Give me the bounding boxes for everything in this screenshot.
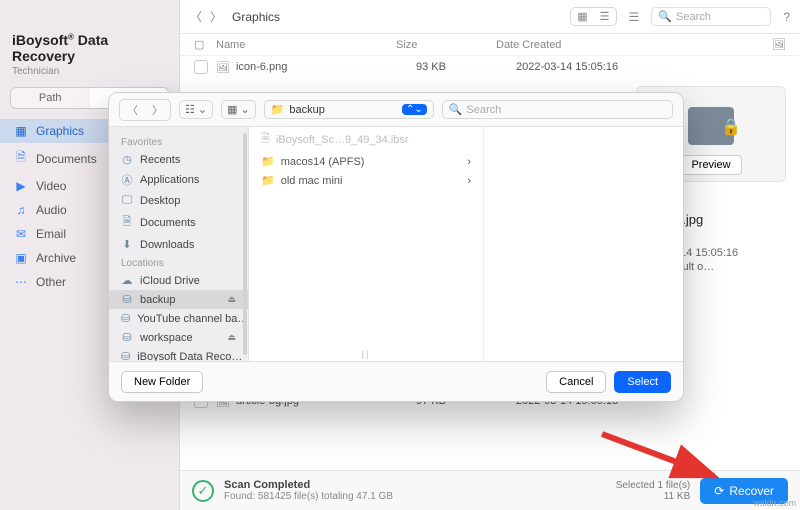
modal-preview-column: [483, 127, 683, 361]
document-icon: 🗎: [121, 213, 133, 232]
modal-file-list: 🗎iBoysoft_Sc…9_49_34.ibsr 📁macos14 (APFS…: [249, 127, 483, 361]
columns-icon: ☷: [185, 103, 195, 116]
sidebar-item-downloads[interactable]: ⬇Downloads: [109, 235, 248, 254]
drive-icon: ⛁: [121, 293, 133, 306]
cancel-button[interactable]: Cancel: [546, 371, 606, 393]
watermark: wsldn.com: [753, 498, 796, 508]
scrollbar[interactable]: [243, 133, 247, 355]
modal-footer: New Folder Cancel Select: [109, 361, 683, 401]
folder-icon: 📁: [261, 174, 275, 187]
eject-icon[interactable]: ⏏: [227, 332, 236, 343]
sidebar-item-youtube[interactable]: ⛁YouTube channel ba…⏏: [109, 309, 248, 328]
nav-back-icon[interactable]: 〈: [120, 100, 145, 120]
folder-icon: 📁: [261, 155, 275, 168]
group-button[interactable]: ▦⌄: [221, 100, 256, 119]
list-item[interactable]: 📁macos14 (APFS)›: [249, 152, 483, 171]
sidebar-item-icloud[interactable]: ☁iCloud Drive: [109, 271, 248, 290]
chevron-right-icon: ›: [467, 156, 471, 168]
drive-icon: ⛁: [121, 312, 130, 325]
file-icon: 🗎: [261, 130, 270, 149]
save-panel: 〈 〉 ☷⌄ ▦⌄ 📁 backup ⌃⌄ 🔍Search Favorites …: [108, 92, 684, 402]
sidebar-item-backup[interactable]: ⛁backup⏏: [109, 290, 248, 309]
drive-icon: ⛁: [121, 331, 133, 344]
search-icon: 🔍: [449, 103, 463, 116]
sidebar-item-recents[interactable]: ◷Recents: [109, 150, 248, 169]
chevron-down-icon: ⌄: [241, 103, 250, 116]
desktop-icon: 🖵: [121, 194, 133, 207]
eject-icon[interactable]: ⏏: [227, 294, 236, 305]
folder-icon: 📁: [271, 103, 285, 116]
cloud-icon: ☁: [121, 274, 133, 287]
modal-toolbar: 〈 〉 ☷⌄ ▦⌄ 📁 backup ⌃⌄ 🔍Search: [109, 93, 683, 127]
chevron-right-icon: ›: [467, 175, 471, 187]
sidebar-item-applications[interactable]: ⒶApplications: [109, 169, 248, 191]
clock-icon: ◷: [121, 153, 133, 166]
dropdown-icon: ⌃⌄: [402, 104, 427, 115]
sidebar-item-documents[interactable]: 🗎Documents: [109, 210, 248, 235]
sidebar-item-desktop[interactable]: 🖵Desktop: [109, 191, 248, 210]
modal-sidebar: Favorites ◷Recents ⒶApplications 🖵Deskto…: [109, 127, 249, 361]
list-item: 🗎iBoysoft_Sc…9_49_34.ibsr: [249, 127, 483, 152]
columns-view-button[interactable]: ☷⌄: [179, 100, 213, 119]
list-item[interactable]: 📁old mac mini›: [249, 171, 483, 190]
new-folder-button[interactable]: New Folder: [121, 371, 203, 393]
select-button[interactable]: Select: [614, 371, 671, 393]
section-locations: Locations: [109, 254, 248, 271]
drive-icon: ⛁: [121, 350, 130, 361]
sidebar-item-iboysoft[interactable]: ⛁iBoysoft Data Reco…⏏: [109, 347, 248, 361]
modal-search-input[interactable]: 🔍Search: [442, 100, 673, 119]
resize-handle[interactable]: ||: [362, 349, 371, 359]
app-icon: Ⓐ: [121, 172, 133, 188]
chevron-down-icon: ⌄: [198, 103, 207, 116]
section-favorites: Favorites: [109, 133, 248, 150]
nav-forward-icon[interactable]: 〉: [145, 100, 170, 120]
grid-icon: ▦: [227, 103, 237, 116]
modal-overlay: 〈 〉 ☷⌄ ▦⌄ 📁 backup ⌃⌄ 🔍Search Favorites …: [0, 0, 800, 510]
download-icon: ⬇: [121, 238, 133, 251]
location-popup[interactable]: 📁 backup ⌃⌄: [264, 100, 434, 119]
sidebar-item-workspace[interactable]: ⛁workspace⏏: [109, 328, 248, 347]
modal-nav: 〈 〉: [119, 99, 171, 121]
